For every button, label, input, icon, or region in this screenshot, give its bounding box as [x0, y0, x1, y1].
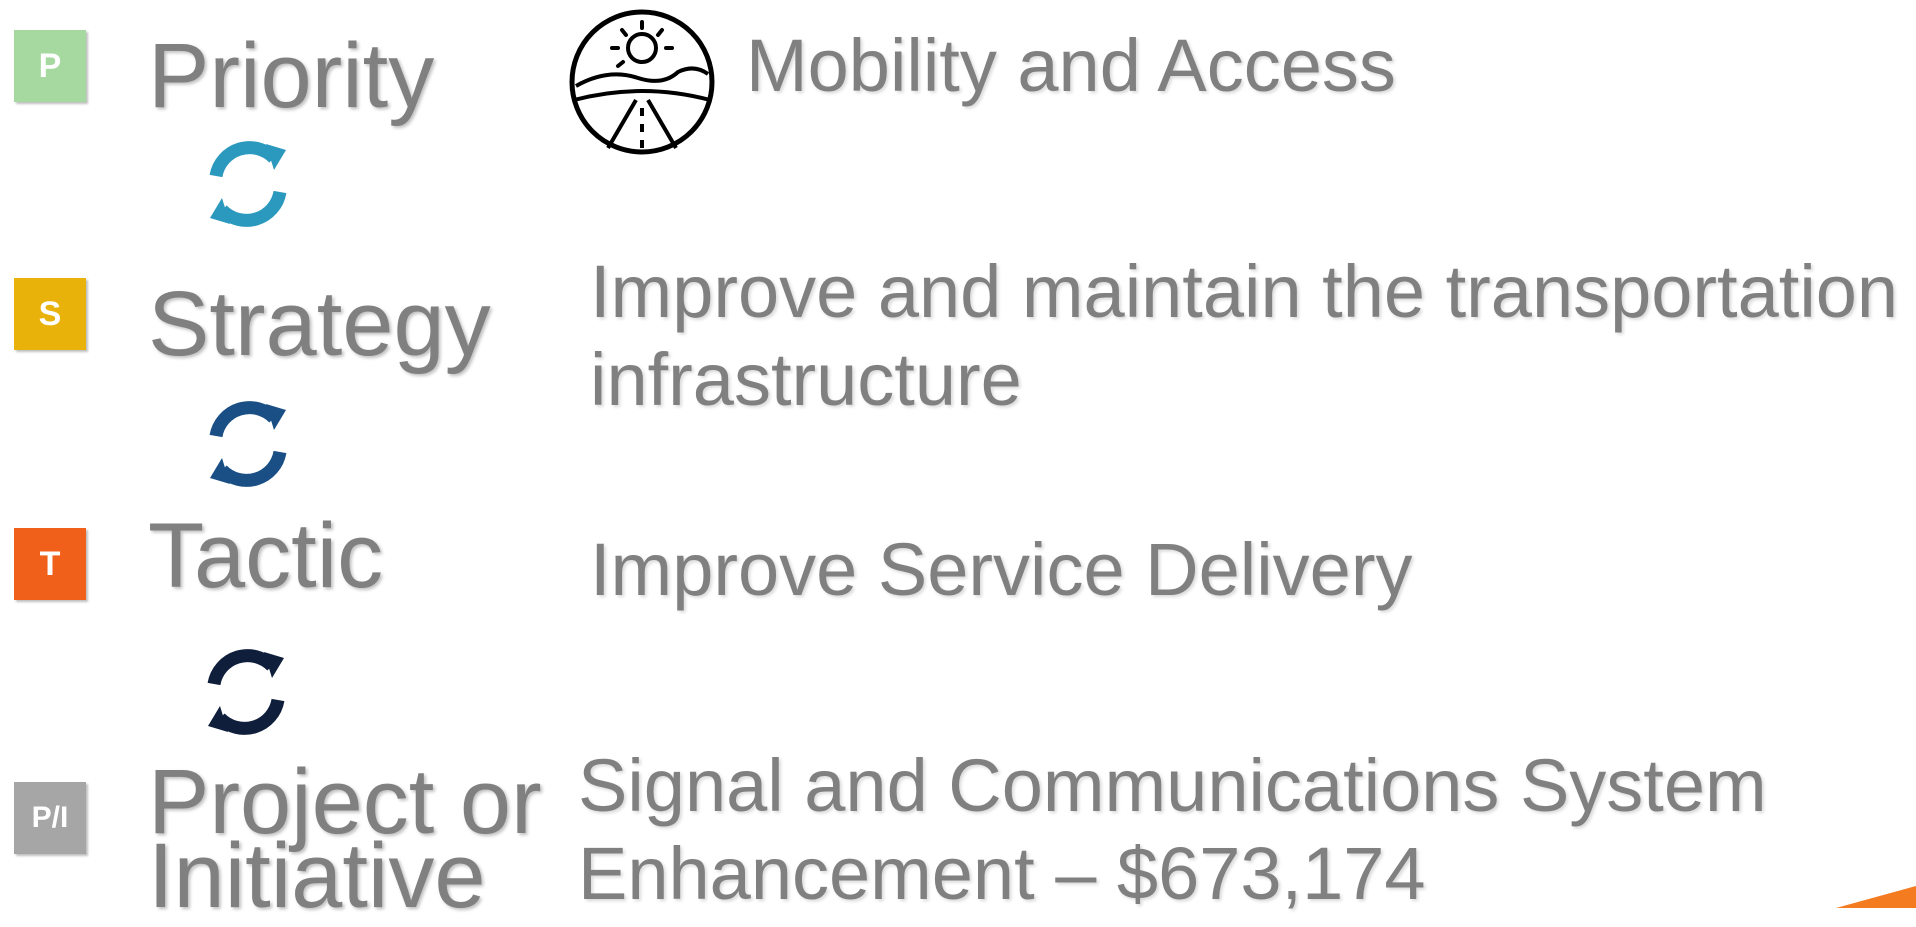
project-badge: P/I: [14, 782, 86, 854]
project-label-line2: Initiative: [148, 825, 486, 927]
refresh-cycle-icon: [207, 649, 285, 735]
project-badge-letter: P/I: [31, 801, 69, 834]
strategy-value-line2: infrastructure: [590, 338, 1022, 421]
priority-value: Mobility and Access: [746, 24, 1396, 107]
tactic-badge-letter: T: [39, 544, 61, 583]
priority-badge: P: [14, 30, 86, 102]
corner-accent: [1836, 886, 1916, 908]
strategy-value-line1: Improve and maintain the transportation: [590, 250, 1899, 333]
tactic-badge: T: [14, 528, 86, 600]
project-value-line2: Enhancement – $673,174: [578, 832, 1426, 915]
priority-badge-letter: P: [38, 46, 62, 85]
priority-label: Priority: [148, 25, 435, 127]
refresh-cycle-icon: [209, 401, 287, 487]
strategy-badge: S: [14, 278, 86, 350]
tactic-label: Tactic: [148, 505, 384, 607]
refresh-cycle-icon: [209, 141, 287, 227]
road-landscape-sun-icon: [569, 9, 715, 155]
strategy-label: Strategy: [148, 273, 491, 375]
tactic-value: Improve Service Delivery: [590, 528, 1413, 611]
project-value-line1: Signal and Communications System: [578, 744, 1767, 827]
strategy-badge-letter: S: [38, 294, 62, 333]
